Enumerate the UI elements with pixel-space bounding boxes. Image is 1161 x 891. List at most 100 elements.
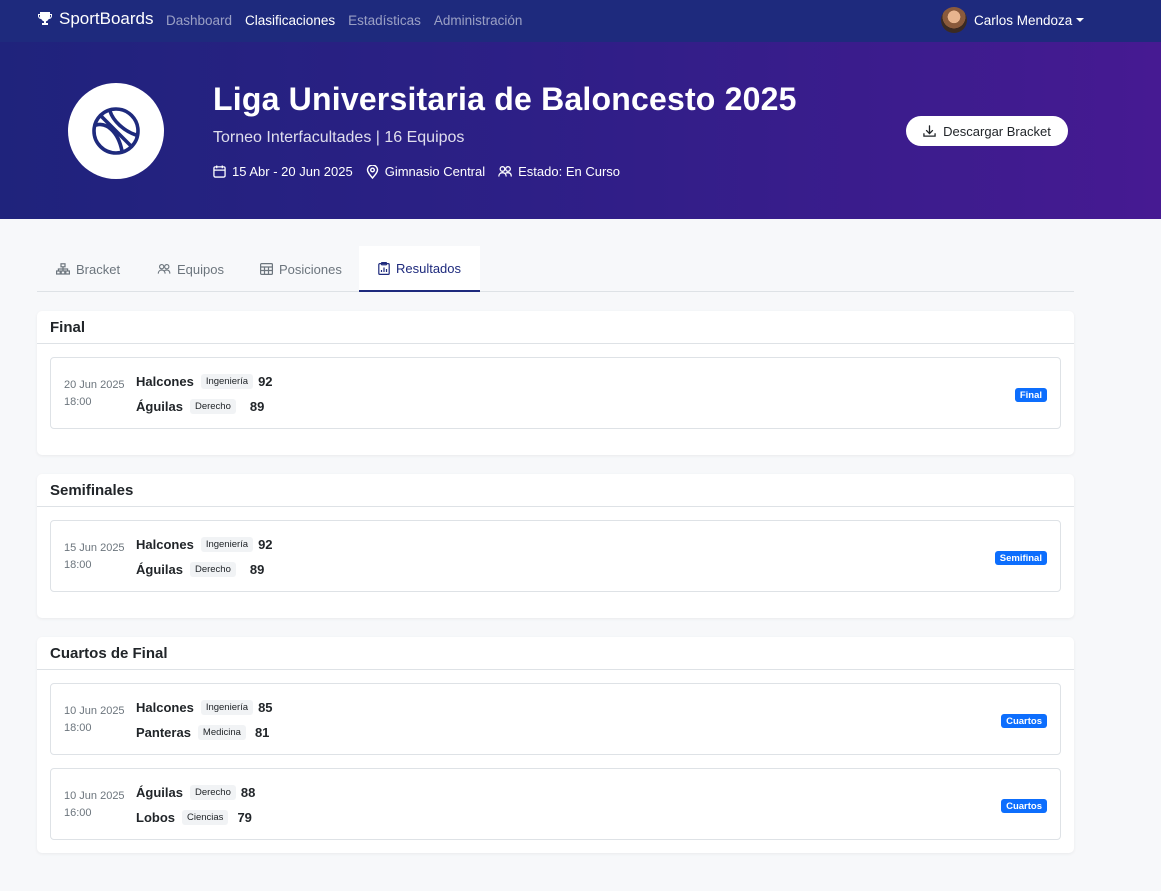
team-row: Águilas Derecho 89 xyxy=(136,397,264,415)
match-datetime: 20 Jun 2025 18:00 xyxy=(64,377,125,411)
team-score: 81 xyxy=(254,724,270,740)
match-time: 18:00 xyxy=(64,396,92,408)
section-title: Final xyxy=(37,311,1074,344)
people-icon xyxy=(157,264,171,274)
team-row: Halcones Ingeniería 92 xyxy=(136,535,273,553)
user-menu[interactable]: Carlos Mendoza xyxy=(941,7,1085,33)
calendar-icon xyxy=(213,165,226,178)
download-icon xyxy=(923,124,936,137)
team-name: Águilas xyxy=(136,784,183,800)
caret-down-icon xyxy=(1076,18,1085,22)
nav-link-clasificaciones[interactable]: Clasificaciones xyxy=(245,13,335,28)
team-score: 79 xyxy=(237,809,252,825)
faculty-badge: Derecho xyxy=(189,398,236,414)
team-name: Águilas xyxy=(136,561,183,577)
match-date: 10 Jun 2025 xyxy=(64,790,125,802)
tab-posiciones[interactable]: Posiciones xyxy=(260,246,342,292)
basketball-icon xyxy=(92,107,140,155)
team-row: Panteras Medicina 81 xyxy=(136,723,269,741)
faculty-badge: Ingeniería xyxy=(200,536,254,552)
round-badge: Cuartos xyxy=(1001,714,1047,728)
section-semifinales: Semifinales 15 Jun 2025 18:00 Halcones I… xyxy=(37,474,1074,618)
tab-posiciones-label: Posiciones xyxy=(279,261,342,277)
team-score: 89 xyxy=(249,398,265,414)
tab-equipos-label: Equipos xyxy=(177,261,224,277)
tournament-meta: 15 Abr - 20 Jun 2025 Gimnasio Central Es… xyxy=(213,164,633,179)
team-row: Águilas Derecho 88 xyxy=(136,783,255,801)
download-bracket-label: Descargar Bracket xyxy=(943,123,1051,139)
nav-links: Dashboard Clasificaciones Estadísticas A… xyxy=(166,13,522,28)
people-icon xyxy=(498,166,513,177)
download-bracket-button[interactable]: Descargar Bracket xyxy=(906,116,1068,146)
team-score: 88 xyxy=(240,784,256,800)
match-time: 16:00 xyxy=(64,807,92,819)
meta-venue: Gimnasio Central xyxy=(366,164,485,179)
brand-link[interactable]: SportBoards xyxy=(37,9,154,29)
tournament-title: Liga Universitaria de Baloncesto 2025 xyxy=(213,81,797,117)
section-title: Cuartos de Final xyxy=(37,637,1074,670)
match-datetime: 10 Jun 2025 16:00 xyxy=(64,788,125,822)
round-badge: Semifinal xyxy=(994,551,1047,565)
section-cuartos: Cuartos de Final 10 Jun 2025 18:00 Halco… xyxy=(37,637,1074,853)
faculty-badge: Derecho xyxy=(189,784,236,800)
user-name: Carlos Mendoza xyxy=(974,12,1073,28)
tournament-tabs: Bracket Equipos Posiciones Resultados xyxy=(37,246,1074,292)
clipboard-chart-icon xyxy=(378,261,390,275)
match-time: 18:00 xyxy=(64,559,92,571)
team-name: Panteras xyxy=(136,724,191,740)
faculty-badge: Ciencias xyxy=(182,809,229,825)
team-name: Halcones xyxy=(136,536,194,552)
nav-link-administracion[interactable]: Administración xyxy=(434,13,523,28)
meta-dates-text: 15 Abr - 20 Jun 2025 xyxy=(232,164,353,179)
team-score: 85 xyxy=(258,699,273,715)
meta-dates: 15 Abr - 20 Jun 2025 xyxy=(213,164,353,179)
table-icon xyxy=(260,263,273,275)
round-badge: Final xyxy=(1014,388,1047,402)
team-name: Lobos xyxy=(136,809,175,825)
map-pin-icon xyxy=(366,164,378,179)
faculty-badge: Ingeniería xyxy=(200,373,254,389)
team-name: Halcones xyxy=(136,699,194,715)
team-row: Águilas Derecho 89 xyxy=(136,560,264,578)
tab-equipos[interactable]: Equipos xyxy=(157,246,224,292)
tab-resultados[interactable]: Resultados xyxy=(359,246,480,292)
match-card[interactable]: 10 Jun 2025 18:00 Halcones Ingeniería 85… xyxy=(50,683,1061,755)
tab-bracket-label: Bracket xyxy=(76,261,121,277)
match-date: 15 Jun 2025 xyxy=(64,542,125,554)
nav-link-dashboard[interactable]: Dashboard xyxy=(166,13,232,28)
match-date: 10 Jun 2025 xyxy=(64,705,125,717)
meta-status-text: Estado: En Curso xyxy=(518,164,621,179)
diagram-icon xyxy=(56,263,70,275)
faculty-badge: Ingeniería xyxy=(200,699,254,715)
tab-bracket[interactable]: Bracket xyxy=(56,246,120,292)
match-time: 18:00 xyxy=(64,722,92,734)
team-score: 89 xyxy=(249,561,265,577)
match-card[interactable]: 20 Jun 2025 18:00 Halcones Ingeniería 92… xyxy=(50,357,1061,429)
team-score: 92 xyxy=(258,373,273,389)
meta-venue-text: Gimnasio Central xyxy=(384,164,486,179)
team-row: Lobos Ciencias 79 xyxy=(136,808,252,826)
faculty-badge: Medicina xyxy=(197,724,246,740)
match-card[interactable]: 15 Jun 2025 18:00 Halcones Ingeniería 92… xyxy=(50,520,1061,592)
nav-link-estadisticas[interactable]: Estadísticas xyxy=(348,13,421,28)
team-row: Halcones Ingeniería 85 xyxy=(136,698,273,716)
top-navbar: SportBoards Dashboard Clasificaciones Es… xyxy=(0,0,1161,42)
match-datetime: 15 Jun 2025 18:00 xyxy=(64,540,125,574)
team-score: 92 xyxy=(258,536,273,552)
team-name: Halcones xyxy=(136,373,194,389)
match-date: 20 Jun 2025 xyxy=(64,379,125,391)
tournament-subtitle: Torneo Interfacultades | 16 Equipos xyxy=(213,129,465,146)
faculty-badge: Derecho xyxy=(189,561,236,577)
tab-resultados-label: Resultados xyxy=(395,260,462,276)
section-title: Semifinales xyxy=(37,474,1074,507)
section-final: Final 20 Jun 2025 18:00 Halcones Ingenie… xyxy=(37,311,1074,455)
meta-status: Estado: En Curso xyxy=(498,164,620,179)
match-card[interactable]: 10 Jun 2025 16:00 Águilas Derecho 88 Lob… xyxy=(50,768,1061,840)
tournament-logo xyxy=(68,83,164,179)
team-name: Águilas xyxy=(136,398,183,414)
tournament-header: Liga Universitaria de Baloncesto 2025 To… xyxy=(0,42,1161,219)
round-badge: Cuartos xyxy=(1001,799,1047,813)
team-row: Halcones Ingeniería 92 xyxy=(136,372,273,390)
trophy-icon xyxy=(38,12,52,25)
brand-name: SportBoards xyxy=(59,9,154,28)
